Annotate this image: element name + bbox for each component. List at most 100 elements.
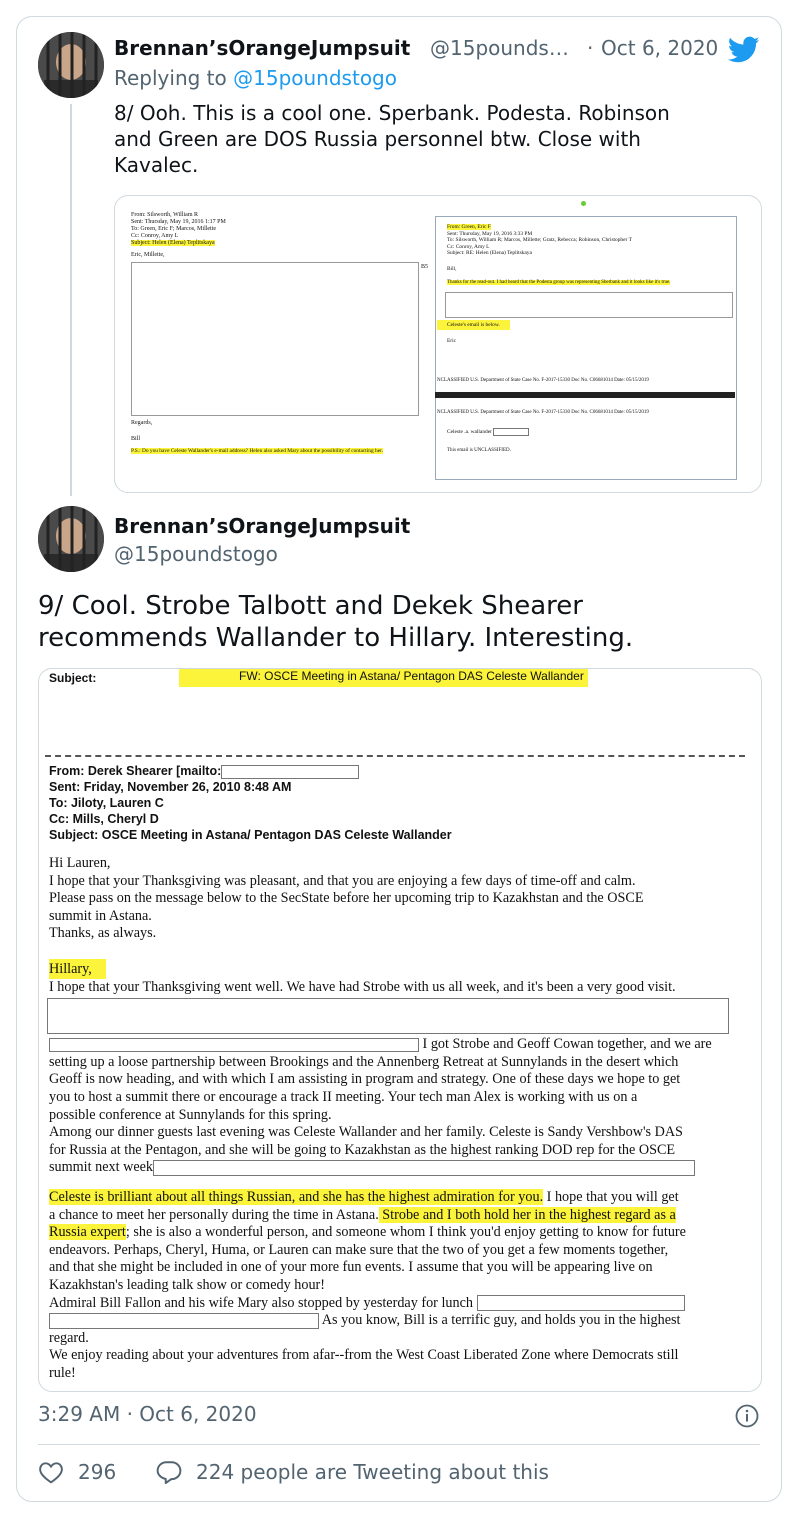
reply-text: 224 people are Tweeting about this <box>196 1460 549 1484</box>
thread-line <box>70 104 72 496</box>
doc-line: As you know, Bill is a terrific guy, and… <box>321 1312 681 1329</box>
page-break-bar <box>435 392 735 398</box>
dot-separator: · <box>587 36 594 60</box>
doc-line: Thanks for the read-out. I had heard tha… <box>447 280 671 285</box>
doc-header: From: Derek Shearer [mailto: Sent: Frida… <box>49 763 452 843</box>
doc-line: Hillary, <box>49 959 106 979</box>
replying-handle-link[interactable]: @15poundstogo <box>233 66 397 90</box>
rotate-handle[interactable] <box>581 201 586 206</box>
avatar[interactable] <box>38 32 104 98</box>
doc-line: a chance to meet her personally during t… <box>49 1206 379 1223</box>
doc-line: Eric <box>447 338 456 344</box>
replying-to: Replying to @15poundstogo <box>114 66 397 90</box>
footer-divider <box>38 1444 760 1445</box>
doc-line: Admiral Bill Fallon and his wife Mary al… <box>49 1294 473 1311</box>
info-icon[interactable] <box>735 1404 759 1428</box>
doc-line: From: Silsworth, William R <box>131 212 198 218</box>
tweet-text: 8/ Ooh. This is a cool one. Sperbank. Po… <box>114 100 670 178</box>
doc-line: Hi Lauren, <box>49 855 111 871</box>
doc-line: Eric, Millette, <box>131 252 165 258</box>
doc-line: P.S.: Do you have Celeste Wallander's e-… <box>131 448 383 454</box>
like-count: 296 <box>78 1460 117 1484</box>
redaction-box <box>493 428 530 436</box>
tweet-image[interactable]: From: Silsworth, William R Sent: Thursda… <box>114 195 762 493</box>
doc-line: possible conference at Sunnylands for th… <box>49 1106 332 1123</box>
redaction-box <box>221 764 360 779</box>
doc-line: rule! <box>49 1364 76 1381</box>
doc-line: Regards, <box>131 420 153 426</box>
tweet-text-line: recommends Wallander to Hillary. Interes… <box>38 623 634 653</box>
doc-line: I hope that you will get <box>543 1188 679 1205</box>
doc-line: Geoff is now heading, and with which I a… <box>49 1071 681 1088</box>
redaction-box <box>153 1160 696 1177</box>
doc-line: Subject: RE: Helen (Elena) Teplitskaya <box>447 250 532 256</box>
doc-line: Cc: Conroy, Amy L <box>131 233 179 239</box>
doc-line: Sent: Friday, November 26, 2010 8:48 AM <box>49 780 292 794</box>
doc-line: Subject: OSCE Meeting in Astana/ Pentago… <box>49 828 452 842</box>
doc-line: Subject: Helen (Elena) Teplitskaya <box>131 240 215 246</box>
tweet-text-line: 9/ Cool. Strobe Talbott and Dekek Sheare… <box>38 591 583 621</box>
tweet-text-line: 8/ Ooh. This is a cool one. Sperbank. Po… <box>114 101 670 125</box>
doc-line: ; she is also a wonderful person, and so… <box>125 1224 686 1241</box>
comment-icon <box>156 1460 182 1484</box>
twitter-bird-icon[interactable] <box>728 36 760 64</box>
doc-line: From: Green, Eric F <box>447 224 491 230</box>
doc-line: you to host a summit there or encourage … <box>49 1088 638 1105</box>
doc-line: summit next week <box>49 1159 154 1176</box>
redaction-box <box>131 262 419 416</box>
doc-line: We enjoy reading about your adventures f… <box>49 1347 679 1364</box>
handle[interactable]: @15pounds… <box>430 36 569 60</box>
tweet-text-line: Kavalec. <box>114 153 199 177</box>
doc-line: NCLASSIFIED U.S. Department of State Cas… <box>437 378 649 383</box>
doc-left-header: From: Silsworth, William R Sent: Thursda… <box>131 212 226 247</box>
tweet-text-line: and Green are DOS Russia personnel btw. … <box>114 127 641 151</box>
doc-line: Thanks, as always. <box>49 925 157 942</box>
doc-line: for Russia at the Pentagon, and she will… <box>49 1141 676 1158</box>
replying-prefix: Replying to <box>114 66 227 90</box>
doc-line: Please pass on the message below to the … <box>49 890 644 907</box>
separator-line <box>45 755 745 757</box>
doc-line: From: Derek Shearer [mailto: <box>49 764 222 778</box>
doc-right-header: From: Green, Eric F Sent: Thursday, May … <box>447 224 632 257</box>
doc-line: To: Jiloty, Lauren C <box>49 796 164 810</box>
doc-line: Celeste is brilliant about all things Ru… <box>49 1188 544 1205</box>
handle[interactable]: @15poundstogo <box>114 542 278 566</box>
tweet-text: 9/ Cool. Strobe Talbott and Dekek Sheare… <box>38 590 633 654</box>
redaction-box <box>445 292 733 318</box>
doc-line: Russia expert <box>49 1224 126 1241</box>
tweet-date[interactable]: Oct 6, 2020 <box>601 36 718 60</box>
tweet-image[interactable]: Subject: FW: OSCE Meeting in Astana/ Pen… <box>38 668 762 1392</box>
doc-line: Celeste .a. wallander <box>447 429 492 436</box>
doc-line: Kazakhstan's leading talk show or comedy… <box>49 1276 325 1293</box>
doc-line: This email is UNCLASSIFIED. <box>447 448 511 453</box>
doc-line: Sent: Thursday, May 19, 2016 1:17 PM <box>131 219 226 225</box>
tweet-timestamp[interactable]: 3:29 AM · Oct 6, 2020 <box>38 1402 257 1426</box>
redaction-box <box>49 1312 319 1329</box>
doc-line: regard. <box>49 1329 89 1346</box>
like-button[interactable]: 296 <box>38 1460 116 1484</box>
display-name[interactable]: Brennan’sOrangeJumpsuit <box>114 36 410 60</box>
doc-subject-value: FW: OSCE Meeting in Astana/ Pentagon DAS… <box>179 669 588 687</box>
heart-icon <box>38 1460 64 1484</box>
doc-body-main: Hillary, I hope that your Thanksgiving w… <box>47 959 729 1382</box>
doc-line: Among our dinner guests last evening was… <box>49 1124 683 1141</box>
doc-line: B5 <box>421 264 429 270</box>
doc-line: Celeste's email is below. <box>437 320 510 330</box>
doc-line: Strobe and I both hold her in the highes… <box>378 1206 676 1223</box>
doc-line: and that she might be included in one of… <box>49 1259 653 1276</box>
redaction-box <box>47 998 729 1035</box>
doc-line: endeavors. Perhaps, Cheryl, Huma, or Lau… <box>49 1241 669 1258</box>
doc-line: NCLASSIFIED U.S. Department of State Cas… <box>437 410 649 415</box>
doc-subject-label: Subject: <box>49 671 97 685</box>
doc-line: Cc: Mills, Cheryl D <box>49 812 159 826</box>
doc-line: To: Green, Eric F; Marcos, Millette <box>131 226 217 232</box>
doc-body-intro: Hi Lauren, I hope that your Thanksgiving… <box>49 855 644 943</box>
doc-line: summit in Astana. <box>49 907 152 924</box>
reply-button[interactable]: 224 people are Tweeting about this <box>156 1460 549 1484</box>
doc-line: Bill <box>131 436 141 442</box>
display-name[interactable]: Brennan’sOrangeJumpsuit <box>114 514 410 538</box>
doc-line: I hope that your Thanksgiving went well.… <box>49 978 676 995</box>
avatar[interactable] <box>38 506 104 572</box>
doc-line: I hope that your Thanksgiving was pleasa… <box>49 872 636 889</box>
doc-line: Bill, <box>447 266 457 272</box>
